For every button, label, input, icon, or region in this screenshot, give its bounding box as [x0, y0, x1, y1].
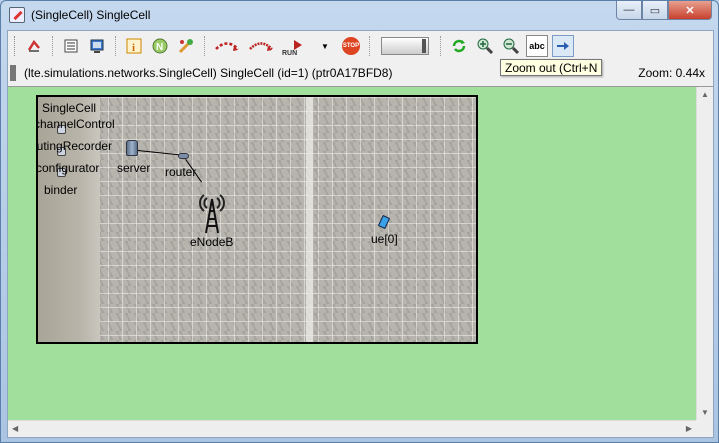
- map-avenue: [306, 97, 313, 342]
- fast-run-button[interactable]: [246, 35, 276, 57]
- redraw-button[interactable]: [23, 35, 45, 57]
- status-marker: [10, 65, 16, 81]
- title-bar[interactable]: (SingleCell) SingleCell — ▭ ✕: [1, 1, 718, 29]
- object-list-button[interactable]: [60, 35, 82, 57]
- stop-button[interactable]: STOP: [340, 35, 362, 57]
- svg-text:N: N: [156, 42, 163, 53]
- object-path: (lte.simulations.networks.SingleCell) Si…: [24, 66, 393, 80]
- module-label: configurator: [36, 161, 100, 175]
- window-title: (SingleCell) SingleCell: [31, 8, 151, 22]
- antenna-tower-icon[interactable]: [196, 189, 228, 235]
- refresh-button[interactable]: [448, 35, 470, 57]
- scroll-down-icon[interactable]: ▼: [701, 408, 709, 417]
- run-label: RUN: [282, 50, 298, 57]
- vertical-scrollbar[interactable]: ▲ ▼: [696, 87, 713, 420]
- refresh-icon: [452, 39, 466, 53]
- info-icon: i: [126, 38, 142, 54]
- toolbar: i N RUN ▼ STOP abc: [8, 31, 713, 61]
- object-list-icon: [64, 39, 78, 53]
- server-icon[interactable]: [126, 140, 138, 156]
- network-title: SingleCell: [42, 101, 97, 115]
- zoom-out-icon: [503, 38, 519, 54]
- toolbar-separator: [369, 36, 370, 56]
- speed-slider[interactable]: [381, 37, 429, 55]
- inspector-button[interactable]: [86, 35, 108, 57]
- zoom-level: Zoom: 0.44x: [638, 66, 705, 80]
- arrow-right-icon: [557, 42, 569, 50]
- inspector-icon: [90, 39, 104, 53]
- zoom-in-button[interactable]: [474, 35, 496, 57]
- network-button[interactable]: N: [149, 35, 171, 57]
- app-window: (SingleCell) SingleCell — ▭ ✕ i N RUN ▼ …: [0, 0, 719, 443]
- enodeb-label: eNodeB: [190, 235, 234, 249]
- tools-button[interactable]: [175, 35, 197, 57]
- arrow-button[interactable]: [552, 35, 574, 57]
- minimize-button[interactable]: —: [616, 1, 642, 20]
- fast-icon: [249, 42, 273, 51]
- router-icon[interactable]: [178, 153, 189, 159]
- window-controls: — ▭ ✕: [616, 1, 712, 21]
- map-river: [38, 97, 100, 342]
- scroll-right-icon[interactable]: ▶: [686, 424, 692, 433]
- router-label: router: [165, 165, 197, 179]
- toolbar-grip[interactable]: [14, 36, 17, 56]
- zoom-in-icon: [477, 38, 493, 54]
- toolbar-separator: [440, 36, 441, 56]
- zoom-out-button[interactable]: [500, 35, 522, 57]
- svg-text:i: i: [132, 42, 135, 54]
- link-server-router: [137, 150, 180, 156]
- status-bar: (lte.simulations.networks.SingleCell) Si…: [8, 63, 713, 83]
- tools-icon: [178, 39, 193, 54]
- network-icon: N: [152, 38, 168, 54]
- ue-label: ue[0]: [371, 232, 398, 246]
- step-button[interactable]: [212, 35, 242, 57]
- info-button[interactable]: i: [123, 35, 145, 57]
- show-labels-button[interactable]: abc: [526, 35, 548, 57]
- network-canvas[interactable]: SingleCell channelControl routingRecorde…: [8, 86, 713, 437]
- scroll-up-icon[interactable]: ▲: [701, 90, 709, 99]
- scroll-left-icon[interactable]: ◀: [12, 424, 18, 433]
- chevron-down-icon: ▼: [321, 41, 329, 51]
- module-label: channelControl: [36, 117, 115, 131]
- step-icon: [215, 42, 239, 51]
- client-area: i N RUN ▼ STOP abc Zoom out (Ctrl+N (lte…: [7, 30, 714, 438]
- maximize-button[interactable]: ▭: [642, 1, 668, 20]
- network-module[interactable]: SingleCell channelControl routingRecorde…: [36, 95, 478, 344]
- toolbar-separator: [52, 36, 53, 56]
- toolbar-separator: [204, 36, 205, 56]
- toolbar-separator: [115, 36, 116, 56]
- app-icon: [9, 7, 25, 23]
- labels-icon: abc: [529, 41, 545, 51]
- stop-icon: STOP: [342, 37, 360, 55]
- horizontal-scrollbar[interactable]: ◀ ▶: [8, 420, 696, 437]
- run-dropdown-button[interactable]: ▼: [314, 35, 336, 57]
- ue-phone-icon[interactable]: [377, 214, 391, 230]
- run-button[interactable]: RUN: [280, 35, 310, 57]
- slider-thumb[interactable]: [422, 39, 426, 53]
- module-label: binder: [44, 183, 78, 197]
- close-button[interactable]: ✕: [668, 1, 712, 20]
- tooltip: Zoom out (Ctrl+N: [500, 59, 603, 76]
- scroll-corner: [696, 420, 713, 437]
- redraw-icon: [27, 39, 40, 52]
- module-label: routingRecorder: [36, 139, 113, 153]
- server-label: server: [117, 161, 151, 175]
